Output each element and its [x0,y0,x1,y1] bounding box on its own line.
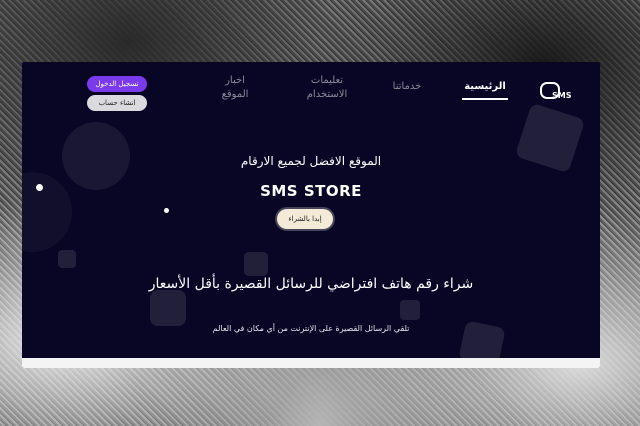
hero-subheadline: تلقي الرسائل القصيرة على الإنترنت من أي … [212,324,410,333]
nav-item-home[interactable]: الرئيسية [462,80,508,100]
logo-text: SMS [552,91,572,100]
nav-item-news[interactable]: اخبار الموقع [210,74,260,102]
page-bottom-strip [22,358,600,368]
start-buying-button[interactable]: إبدا بالشراء [277,209,333,229]
decor-square [400,300,420,320]
login-button[interactable]: تسجيل الدخول [87,76,147,92]
hero-headline: شراء رقم هاتف افتراضي للرسائل القصيرة بأ… [148,276,474,292]
site-logo[interactable]: SMS [540,82,574,104]
nav-item-services[interactable]: خدماتنا [384,80,430,94]
nav-item-instructions[interactable]: تعليمات الاستخدام [297,74,357,102]
decor-square [58,250,76,268]
top-navigation: SMS الرئيسية خدماتنا تعليمات الاستخدام ا… [22,72,600,112]
signup-button[interactable]: انشاء حساب [87,95,147,111]
hero-brand: SMS STORE [260,182,362,200]
decor-square [244,252,268,276]
decor-dot [164,208,169,213]
hero-tagline: الموقع الافضل لجميع الارقام [240,154,382,168]
decor-square [150,290,186,326]
website-viewport: SMS الرئيسية خدماتنا تعليمات الاستخدام ا… [22,62,600,368]
